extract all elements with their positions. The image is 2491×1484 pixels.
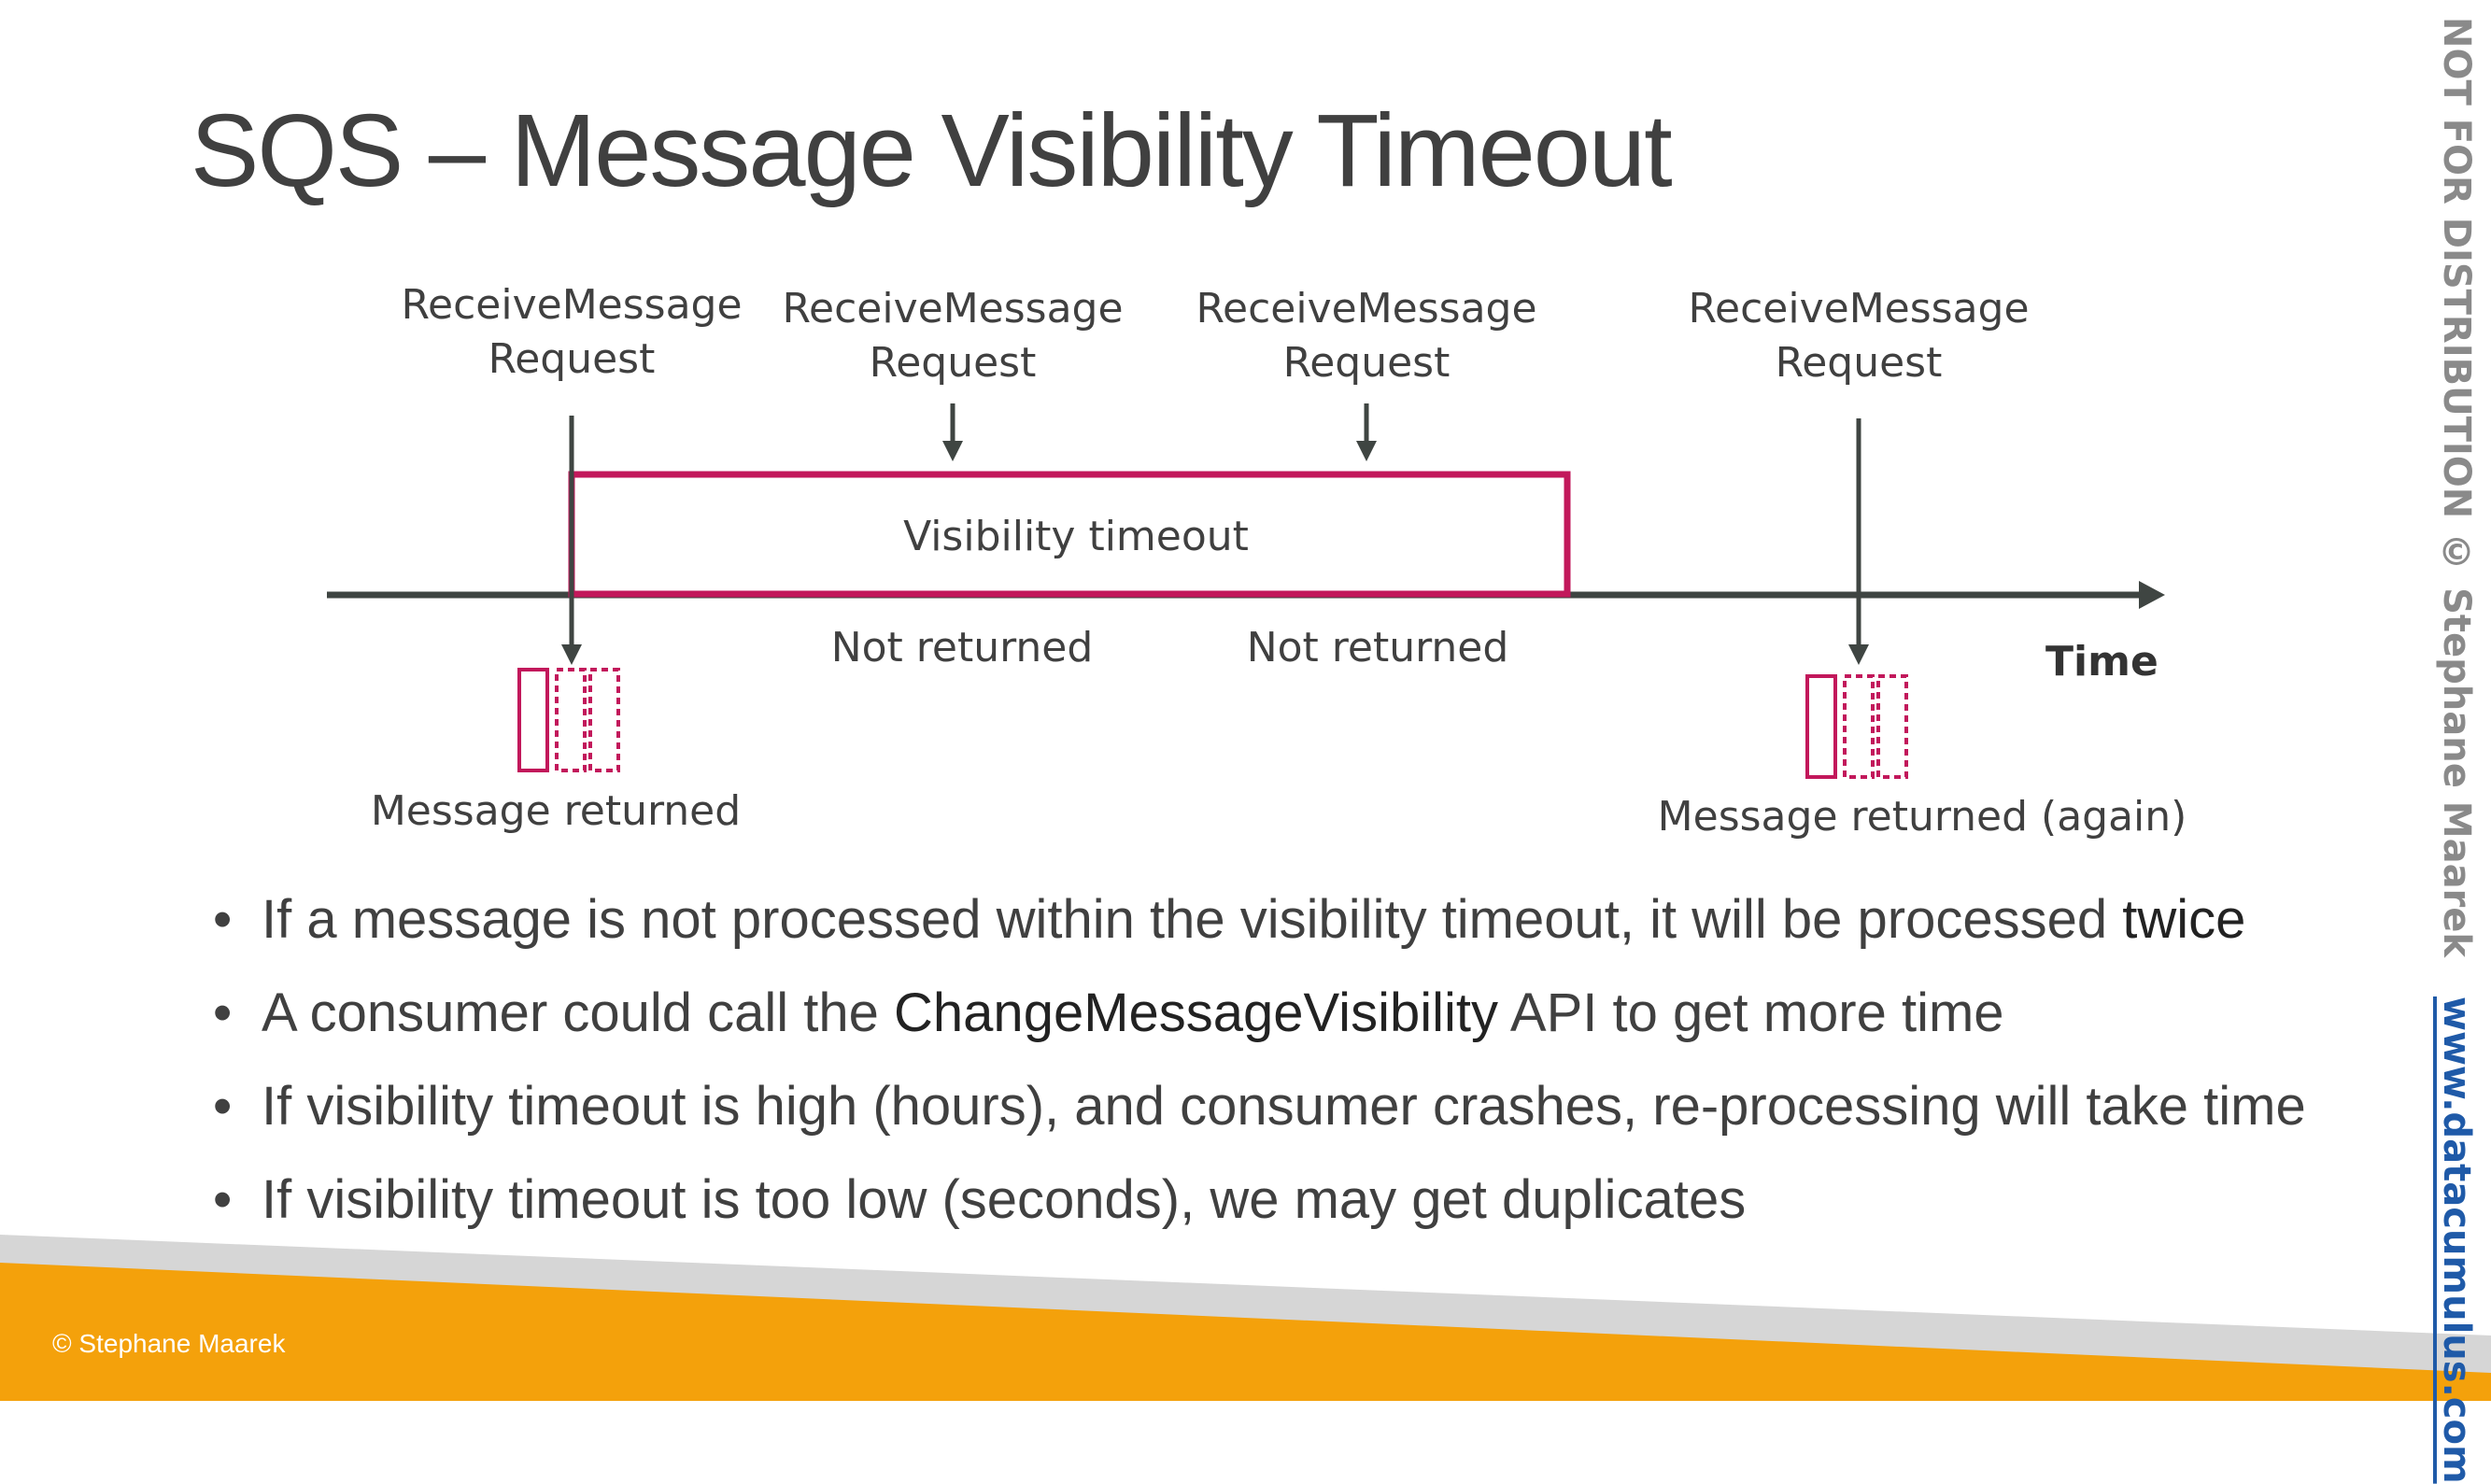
request-label-2-line1: ReceiveMessage (782, 285, 1124, 332)
bullet-list: If a message is not processed within the… (213, 873, 2342, 1247)
request-label-3-line2: Request (1282, 339, 1451, 387)
request-label-3-line1: ReceiveMessage (1196, 285, 1537, 332)
request-label-1-line1: ReceiveMessage (401, 281, 743, 329)
message-icon-2 (1805, 674, 1908, 779)
time-axis-label: Time (2045, 638, 2158, 685)
request-label-1-line2: Request (488, 335, 656, 383)
request-label-4-line2: Request (1775, 339, 1943, 387)
bullet-2-emphasis: ChangeMessageVisibility (894, 982, 1498, 1043)
request-label-4: ReceiveMessage Request (1663, 282, 2055, 390)
request-2-arrowhead (942, 441, 963, 461)
request-1-arrowhead (561, 644, 582, 665)
request-4-arrowhead (1848, 644, 1869, 665)
time-axis-arrowhead (2139, 581, 2165, 609)
bullet-2-text-post: API to get more time (1497, 982, 2004, 1043)
bullet-1-text: If a message is not processed within the… (262, 889, 2123, 950)
bullet-item: A consumer could call the ChangeMessageV… (213, 967, 2342, 1060)
request-label-3: ReceiveMessage Request (1170, 282, 1563, 390)
bullet-2-text-pre: A consumer could call the (262, 982, 895, 1043)
bullet-4-text: If visibility timeout is too low (second… (262, 1169, 1747, 1230)
message-icon-1 (517, 668, 620, 772)
request-label-2: ReceiveMessage Request (757, 282, 1149, 390)
bullet-item: If a message is not processed within the… (213, 873, 2342, 967)
visibility-timeout-label: Visibility timeout (903, 513, 1249, 560)
watermark-link[interactable]: www.datacumulus.com (2435, 996, 2478, 1484)
bullet-item: If visibility timeout is too low (second… (213, 1153, 2342, 1247)
bullet-3-text: If visibility timeout is high (hours), a… (262, 1076, 2306, 1137)
watermark-text: NOT FOR DISTRIBUTION © Stephane Maarek (2435, 17, 2478, 958)
request-label-2-line2: Request (869, 339, 1037, 387)
message-returned-label: Message returned (370, 787, 742, 835)
request-label-4-line1: ReceiveMessage (1688, 285, 2030, 332)
bullet-1-emphasis: twice (2122, 889, 2246, 950)
not-returned-label-1: Not returned (830, 624, 1094, 671)
not-returned-label-2: Not returned (1246, 624, 1509, 671)
watermark: NOT FOR DISTRIBUTION © Stephane Maarek w… (2435, 17, 2478, 1484)
request-3-arrowhead (1356, 441, 1377, 461)
bullet-item: If visibility timeout is high (hours), a… (213, 1060, 2342, 1153)
message-returned-again-label: Message returned (again) (1657, 793, 2187, 841)
request-label-1: ReceiveMessage Request (375, 278, 768, 387)
footer-copyright: © Stephane Maarek (52, 1329, 286, 1358)
